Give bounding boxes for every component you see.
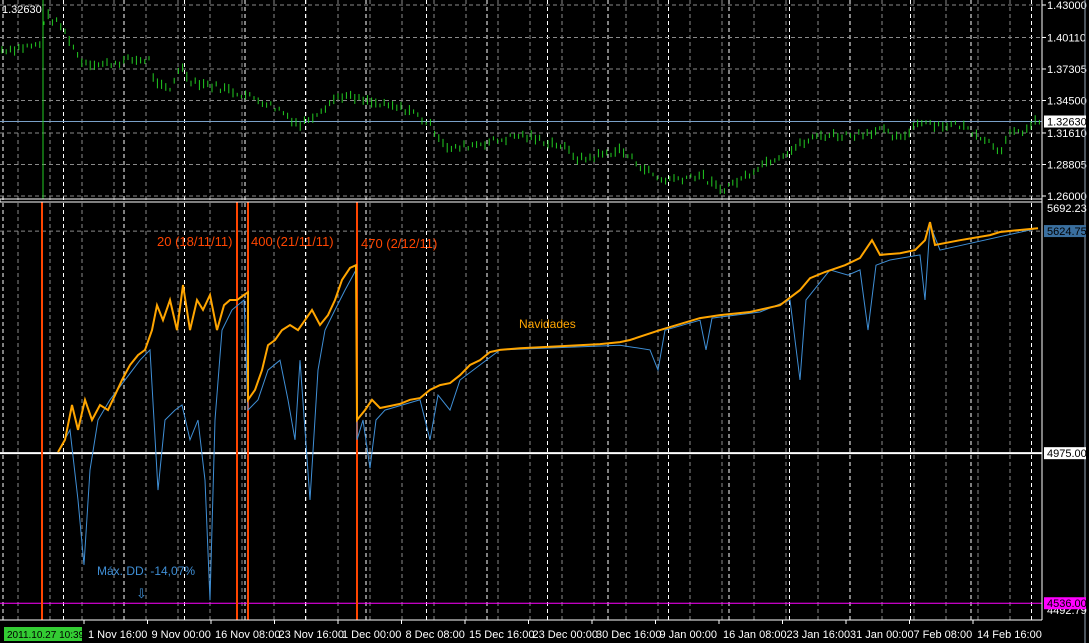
- start-balance-label: 4975.00: [1047, 448, 1087, 460]
- down-arrow-icon: ⇩: [136, 586, 147, 601]
- time-tick-label: 8 Dec 08:00: [406, 629, 465, 641]
- price-tick-label: 1.43000: [1047, 0, 1087, 12]
- cursor-time-label: 2011.10.27 10:39: [7, 630, 85, 641]
- equity-tick-label: 5692.23: [1047, 203, 1087, 215]
- trading-chart[interactable]: 1.43000 1.40110 1.37305 1.34500 1.31610 1.288…: [0, 0, 1089, 643]
- time-tick-label: 23 Dec 00:00: [533, 629, 598, 641]
- time-tick-label: 7 Feb 08:00: [914, 629, 973, 641]
- max-drawdown-annotation: Máx. DD: -14,07%: [97, 564, 195, 578]
- time-tick-label: 23 Nov 16:00: [279, 629, 344, 641]
- equity-panel[interactable]: [0, 202, 1042, 620]
- marker-label-3: 470 (2/12/11): [361, 236, 437, 251]
- time-tick-label: 1 Nov 16:00: [88, 629, 147, 641]
- price-tick-label: 1.26000: [1047, 191, 1087, 203]
- price-tick-label: 1.37305: [1047, 64, 1087, 76]
- corner-price-label: 1.32630: [2, 4, 42, 16]
- time-tick-label: 9 Nov 00:00: [152, 629, 211, 641]
- time-tick-label: 9 Jan 00:00: [660, 629, 718, 641]
- time-tick-label: 1 Dec 00:00: [342, 629, 401, 641]
- navidades-annotation: Navidades: [519, 317, 576, 331]
- panel-separator: [0, 198, 1043, 203]
- time-tick-label: 16 Nov 08:00: [215, 629, 280, 641]
- time-tick-label: 14 Feb 16:00: [977, 629, 1042, 641]
- time-tick-label: 31 Jan 00:00: [850, 629, 914, 641]
- time-tick-label: 15 Dec 16:00: [469, 629, 534, 641]
- price-tick-label: 1.40110: [1047, 32, 1086, 44]
- price-tick-label: 1.31610: [1047, 128, 1087, 140]
- price-tick-label: 1.34500: [1047, 96, 1087, 108]
- time-tick-label: 23 Jan 16:00: [787, 629, 851, 641]
- min-equity-label: 4536.00: [1047, 598, 1087, 610]
- price-panel[interactable]: [0, 0, 1042, 199]
- current-price-label: 1.32630: [1047, 117, 1087, 129]
- time-tick-label: 30 Dec 16:00: [596, 629, 661, 641]
- time-tick-label: 16 Jan 08:00: [723, 629, 787, 641]
- price-tick-label: 1.28805: [1047, 159, 1087, 171]
- marker-label-1: 20 (18/11/11): [157, 234, 232, 249]
- current-equity-label: 5624.75: [1047, 226, 1087, 238]
- marker-label-2: 400 (21/11/11): [251, 234, 334, 249]
